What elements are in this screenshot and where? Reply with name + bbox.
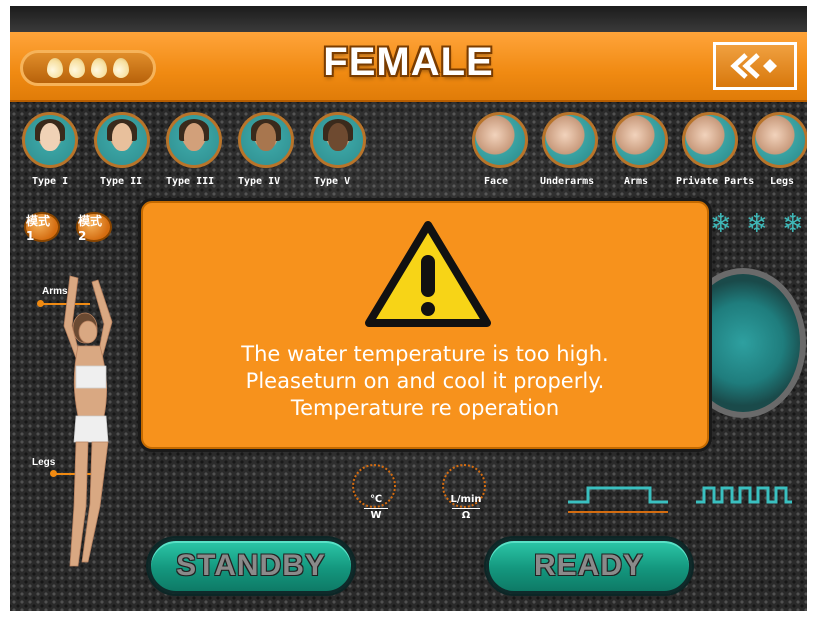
skin-type-label: Type I <box>32 176 69 187</box>
gauge-unit-top: ℃ <box>369 494 383 505</box>
back-button[interactable] <box>713 42 797 90</box>
area-face-button[interactable] <box>472 112 528 168</box>
mode-1-button[interactable]: 模式1 <box>24 212 60 243</box>
body-figure-illustration <box>63 275 113 567</box>
skin-type-3-avatar[interactable] <box>166 112 222 168</box>
skin-type-5-avatar[interactable] <box>310 112 366 168</box>
area-label: Private Parts <box>676 176 755 187</box>
gauge-divider <box>364 508 388 509</box>
header-bar: FEMALE <box>10 32 807 102</box>
skin-type-2-avatar[interactable] <box>94 112 150 168</box>
skin-type-label: Type II <box>100 176 143 187</box>
top-bezel <box>10 6 807 32</box>
warning-dialog[interactable]: The water temperature is too high. Pleas… <box>138 198 712 452</box>
skin-type-1-avatar[interactable] <box>22 112 78 168</box>
single-pulse-waveform-icon[interactable] <box>566 478 676 518</box>
warning-message: The water temperature is too high. Pleas… <box>141 341 709 422</box>
snowflake-icon[interactable]: ❄ <box>782 211 804 237</box>
device-screen: FEMALE Type I Type II Type III Type IV T… <box>10 6 807 611</box>
multi-pulse-waveform-icon[interactable] <box>694 480 794 516</box>
snowflake-icon[interactable]: ❄ <box>710 211 732 237</box>
skin-type-label: Type IV <box>238 176 281 187</box>
gauge-divider <box>452 508 480 509</box>
warning-line: The water temperature is too high. <box>241 342 609 366</box>
gauge-unit-top: L/min <box>450 494 482 505</box>
double-chevron-left-icon <box>730 53 777 79</box>
area-legs-button[interactable] <box>752 112 807 168</box>
skin-type-4-avatar[interactable] <box>238 112 294 168</box>
ready-button[interactable]: READY <box>486 538 692 594</box>
standby-button[interactable]: STANDBY <box>148 538 354 594</box>
area-underarms-button[interactable] <box>542 112 598 168</box>
area-label: Arms <box>624 176 649 187</box>
page-title: FEMALE <box>323 40 494 84</box>
mode-2-button[interactable]: 模式2 <box>76 212 112 243</box>
warning-triangle-icon <box>365 221 491 327</box>
area-label: Legs <box>770 176 795 187</box>
skin-type-label: Type III <box>166 176 215 187</box>
area-private-parts-button[interactable] <box>682 112 738 168</box>
body-area-selector: Face Underarms Arms Private Parts Legs <box>468 112 807 194</box>
snowflake-icon[interactable]: ❄ <box>746 211 768 237</box>
area-label: Face <box>484 176 509 187</box>
warning-line: Pleaseturn on and cool it properly. <box>245 369 605 393</box>
skin-type-selector: Type I Type II Type III Type IV Type V <box>22 112 398 194</box>
warning-line: Temperature re operation <box>290 396 560 420</box>
area-label: Underarms <box>540 176 595 187</box>
skin-type-label: Type V <box>314 176 351 187</box>
gauge-unit-bottom: Ω <box>461 510 471 521</box>
gauge-unit-bottom: W <box>370 510 382 521</box>
area-arms-button[interactable] <box>612 112 668 168</box>
